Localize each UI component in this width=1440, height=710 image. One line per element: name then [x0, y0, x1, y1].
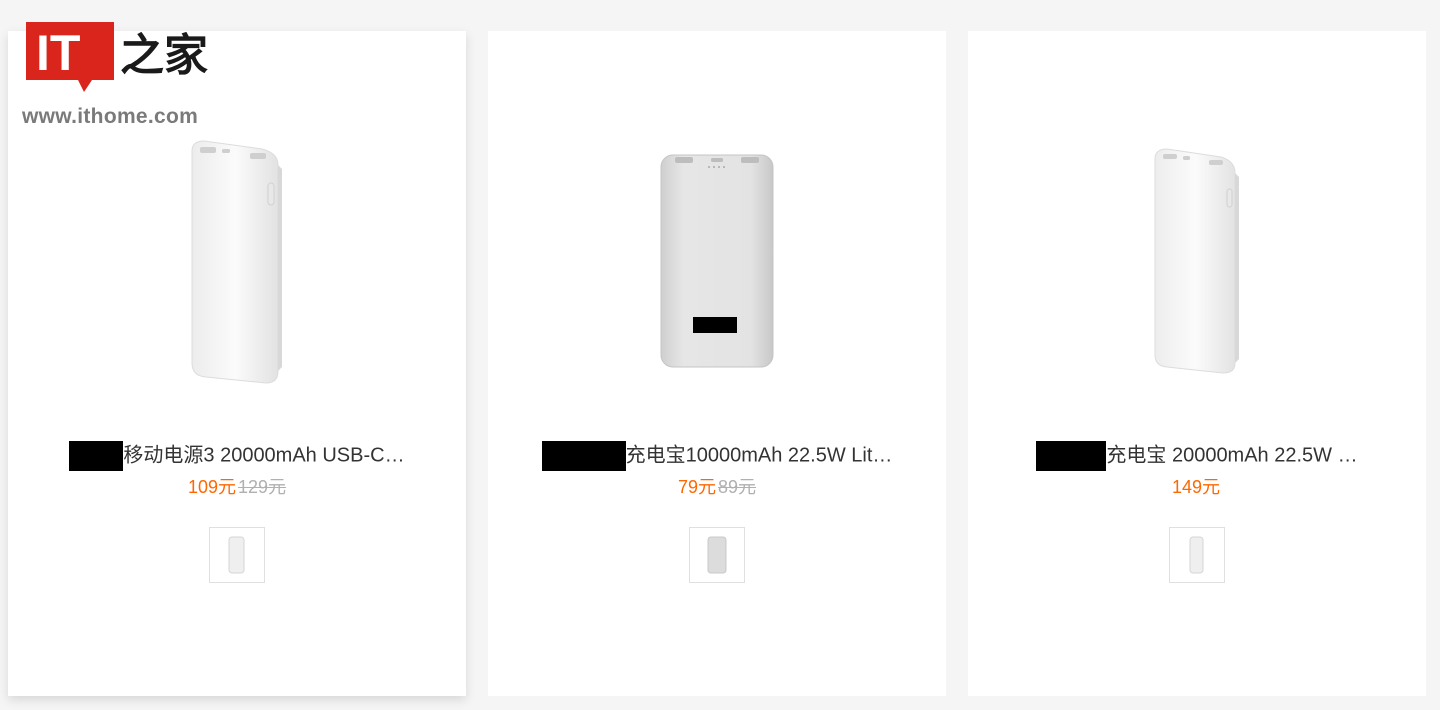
power-bank-icon: [660, 154, 774, 368]
power-bank-icon: [1189, 536, 1204, 574]
product-image[interactable]: [8, 111, 466, 411]
product-title[interactable]: 充电宝10000mAh 22.5W Lit…: [528, 441, 906, 471]
current-price: 109元: [187, 477, 236, 497]
thumbnail[interactable]: [209, 527, 265, 583]
power-bank-icon: [1154, 148, 1239, 374]
product-title[interactable]: 移动电源3 20000mAh USB-C…: [48, 441, 426, 471]
logo-it-text: IT: [36, 25, 80, 81]
original-price: 89元: [718, 477, 757, 497]
thumbnail[interactable]: [1169, 527, 1225, 583]
power-bank-icon: [191, 140, 282, 384]
product-image[interactable]: [488, 111, 946, 411]
original-price: 129元: [238, 477, 287, 497]
product-image[interactable]: [968, 111, 1426, 411]
product-title-text: 充电宝 20000mAh 22.5W …: [1106, 444, 1358, 467]
logo-url: www.ithome.com: [22, 105, 199, 128]
redaction-block: [69, 441, 124, 471]
redaction-block: [1036, 441, 1107, 471]
power-bank-icon: [707, 536, 727, 574]
redaction-block: [541, 441, 626, 471]
price-row: 109元 129元: [8, 475, 466, 499]
power-bank-icon: [228, 536, 245, 574]
price-row: 79元 89元: [488, 475, 946, 499]
product-card-3[interactable]: 充电宝 20000mAh 22.5W … 149元: [968, 31, 1426, 696]
product-title[interactable]: 充电宝 20000mAh 22.5W …: [1008, 441, 1386, 471]
logo-cn-text: 之家: [120, 30, 208, 81]
current-price: 149元: [1171, 477, 1221, 497]
product-title-text: 移动电源3 20000mAh USB-C…: [123, 444, 405, 467]
price-row: 149元: [968, 475, 1426, 499]
product-card-2[interactable]: 充电宝10000mAh 22.5W Lit… 79元 89元: [488, 31, 946, 696]
thumbnail[interactable]: [689, 527, 745, 583]
current-price: 79元: [677, 477, 716, 497]
product-title-text: 充电宝10000mAh 22.5W Lit…: [625, 444, 893, 467]
